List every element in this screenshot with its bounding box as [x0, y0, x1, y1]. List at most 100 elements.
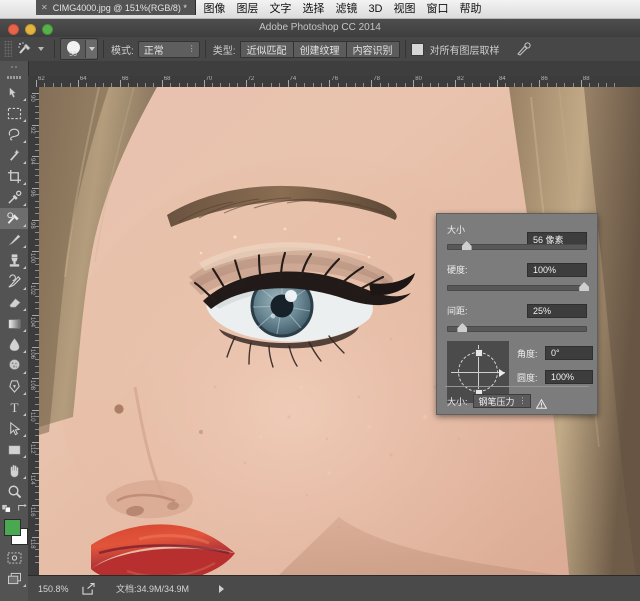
type-button-content-aware[interactable]: 内容识别	[347, 41, 400, 58]
move-tool[interactable]	[0, 82, 28, 103]
brush-angle-value: 0°	[551, 348, 560, 358]
ruler-label: 82	[457, 76, 464, 83]
tool-preset-chevron-icon[interactable]	[38, 47, 44, 51]
options-bar-gripper[interactable]	[4, 41, 12, 57]
ruler-label: 114	[28, 475, 35, 485]
ruler-tick	[32, 251, 39, 252]
marquee-tool[interactable]	[0, 103, 28, 124]
toolbox-collapse-handle[interactable]	[0, 73, 28, 82]
lasso-tool[interactable]	[0, 124, 28, 145]
document-size: 文档:34.9M/34.9M	[116, 582, 189, 595]
zoom-tool[interactable]	[0, 481, 28, 502]
divider	[445, 386, 589, 387]
type-button-create-texture[interactable]: 创建纹理	[294, 41, 347, 58]
hand-tool[interactable]	[0, 460, 28, 481]
ruler-tick	[32, 442, 39, 443]
pen-tool[interactable]	[0, 376, 28, 397]
history-brush-tool[interactable]	[0, 271, 28, 292]
brush-picker-chevron-icon[interactable]	[85, 40, 97, 58]
type-button-group: 近似匹配 创建纹理 内容识别	[240, 41, 400, 58]
brush-spacing-row: 间距: 25%	[437, 304, 597, 318]
slider-thumb[interactable]	[462, 241, 472, 250]
brush-angle-label: 角度:	[517, 347, 543, 360]
magic-wand-tool[interactable]	[0, 145, 28, 166]
play-arrow-icon[interactable]	[219, 585, 224, 593]
brush-preset-picker[interactable]: 56	[60, 38, 98, 60]
screen-mode-button[interactable]	[0, 568, 28, 589]
pressure-pen-icon[interactable]	[512, 39, 534, 59]
ruler-label: 62	[38, 76, 45, 83]
menu-item-filter[interactable]: 滤镜	[335, 0, 357, 19]
mode-select[interactable]: 正常 ⋮	[138, 41, 200, 58]
clone-stamp-tool[interactable]	[0, 250, 28, 271]
menu-item-help[interactable]: 帮助	[460, 0, 482, 19]
ruler-label: 68	[164, 76, 171, 83]
menu-item-window[interactable]: 窗口	[427, 0, 449, 19]
brush-size-row: 大小 56 像素	[437, 223, 597, 237]
ruler-tick	[32, 220, 39, 221]
healing-brush-icon[interactable]	[15, 39, 37, 59]
toolbox: T	[0, 61, 29, 601]
warning-triangle-icon[interactable]	[536, 396, 547, 406]
dodge-tool[interactable]	[0, 355, 28, 376]
type-tool[interactable]: T	[0, 397, 28, 418]
ruler-tick	[32, 347, 39, 348]
document-tab-title: CIMG4000.jpg @ 151%(RGB/8) *	[53, 3, 187, 13]
ruler-tick	[413, 80, 414, 87]
brush-size-control-select[interactable]: 钢笔压力 ⋮	[473, 394, 531, 408]
menu-item-3d[interactable]: 3D	[368, 0, 382, 19]
ruler-tick	[539, 80, 540, 87]
blur-tool[interactable]	[0, 334, 28, 355]
divider	[205, 40, 206, 58]
share-icon[interactable]	[82, 583, 98, 595]
eyedropper-tool[interactable]	[0, 187, 28, 208]
brush-settings-popup[interactable]: 大小 56 像素 硬度: 100% 间距: 25%	[436, 213, 598, 415]
gradient-tool[interactable]	[0, 313, 28, 334]
brush-angle-field[interactable]: 0°	[545, 346, 593, 360]
rectangle-tool[interactable]	[0, 439, 28, 460]
menu-item-view[interactable]: 视图	[394, 0, 416, 19]
brush-spacing-field[interactable]: 25%	[527, 304, 587, 318]
healing-brush-tool[interactable]	[0, 208, 28, 229]
quick-mask-button[interactable]	[0, 547, 28, 568]
brush-hardness-slider[interactable]	[447, 282, 587, 292]
checkbox-box[interactable]	[411, 43, 424, 56]
ruler-tick	[162, 80, 163, 87]
ruler-tick	[246, 80, 247, 87]
crop-tool[interactable]	[0, 166, 28, 187]
brush-size-control-row: 大小: 钢笔压力 ⋮	[447, 394, 547, 408]
brush-size-slider[interactable]	[447, 241, 587, 251]
ruler-tick	[32, 473, 39, 474]
angle-handle-icon[interactable]	[499, 369, 505, 377]
ruler-label: 90	[28, 95, 35, 102]
brush-hardness-value: 100%	[533, 265, 556, 275]
brush-hardness-field[interactable]: 100%	[527, 263, 587, 277]
color-swatches	[0, 517, 28, 547]
brush-tool[interactable]	[0, 229, 28, 250]
ruler-tick	[32, 125, 39, 126]
menu-item-image[interactable]: 图像	[203, 0, 225, 19]
photoshop-window:  Photoshop 文件 编辑 图像 图层 文字 选择 滤镜 3D 视图 窗…	[0, 0, 640, 601]
eraser-tool[interactable]	[0, 292, 28, 313]
close-icon[interactable]: ✕	[41, 3, 48, 12]
document-tab[interactable]: ✕ CIMG4000.jpg @ 151%(RGB/8) *	[36, 0, 196, 15]
divider	[54, 40, 55, 58]
toolbox-gripper[interactable]	[0, 61, 28, 73]
foreground-color-swatch[interactable]	[4, 519, 21, 536]
path-selection-tool[interactable]	[0, 418, 28, 439]
zoom-level[interactable]: 150.8%	[38, 584, 82, 594]
menu-item-type[interactable]: 文字	[269, 0, 291, 19]
ruler-tick	[32, 315, 39, 316]
brush-size-control-label: 大小:	[447, 395, 468, 408]
menu-item-select[interactable]: 选择	[302, 0, 324, 19]
roundness-handle-top[interactable]	[475, 349, 483, 357]
type-button-proximity[interactable]: 近似匹配	[240, 41, 294, 58]
menu-item-layer[interactable]: 图层	[236, 0, 258, 19]
options-bar: 56 模式: 正常 ⋮ 类型: 近似匹配 创建纹理 内容识别 对所有图层取样	[0, 37, 640, 62]
sample-all-layers-checkbox[interactable]: 对所有图层取样	[411, 42, 504, 57]
slider-thumb[interactable]	[579, 282, 589, 291]
divider	[405, 40, 406, 58]
slider-thumb[interactable]	[457, 323, 467, 332]
brush-roundness-field[interactable]: 100%	[545, 370, 593, 384]
brush-spacing-slider[interactable]	[447, 323, 587, 333]
